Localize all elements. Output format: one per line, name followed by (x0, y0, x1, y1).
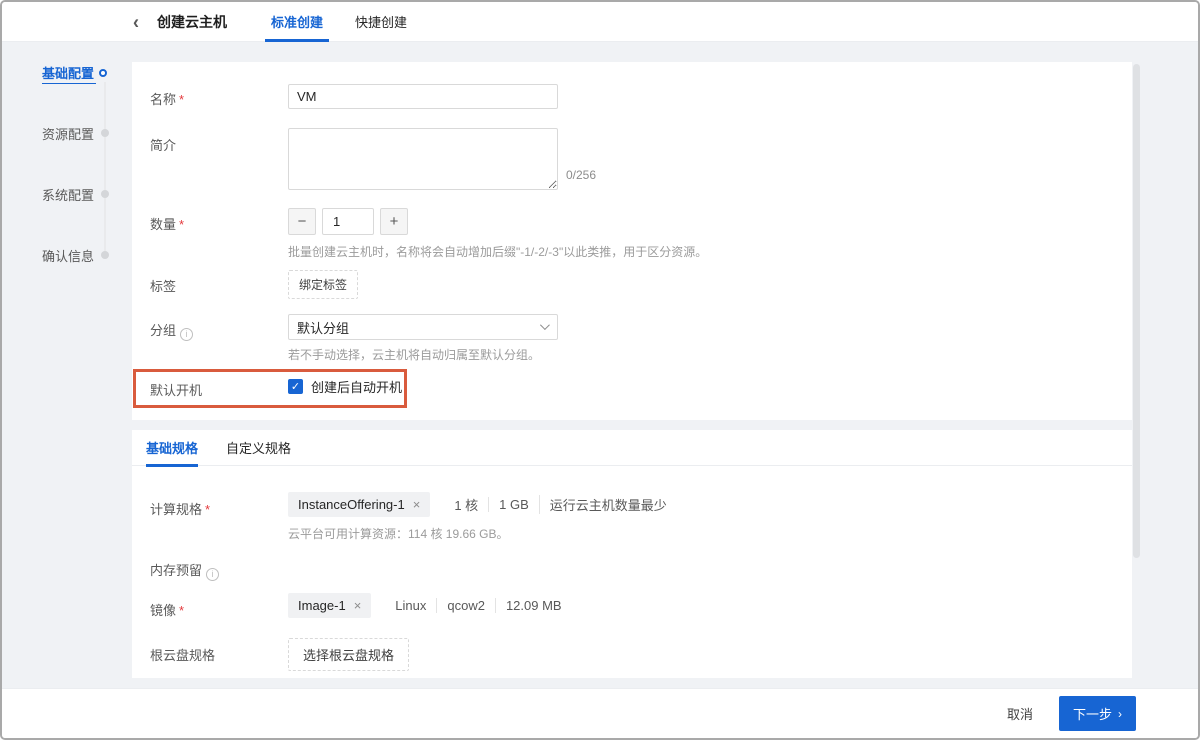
basic-config-card: 名称* 简介 0/256 数量* − + 批量创建云主机时，名称将会自动增加后缀… (132, 62, 1132, 420)
group-select[interactable]: 默认分组 (288, 314, 558, 340)
group-selected-value: 默认分组 (297, 318, 349, 337)
tab-label: 标准创建 (271, 12, 323, 31)
image-chip: Image-1 × (288, 593, 371, 618)
tab-label: 基础规格 (146, 438, 198, 457)
plus-button[interactable]: + (380, 208, 408, 235)
group-label: 分组i (150, 320, 280, 341)
quantity-help: 批量创建云主机时，名称将会自动增加后缀"-1/-2/-3"以此类推，用于区分资源… (288, 243, 707, 260)
memory-size: 1 GB (488, 497, 539, 512)
scrollbar[interactable] (1133, 64, 1140, 558)
compute-spec-label: 计算规格* (150, 499, 280, 518)
required-mark: * (205, 502, 210, 517)
step-dot (101, 129, 109, 137)
tab-quick-create[interactable]: 快捷创建 (355, 2, 407, 42)
memory-reserve-label: 内存预留i (150, 560, 280, 581)
auto-power-on-checkbox[interactable]: ✓ (288, 379, 303, 394)
create-vm-page: ‹ 创建云主机 标准创建 快捷创建 基础配置 资源配置 系统配置 确认信息 (0, 0, 1200, 740)
chevron-right-icon: › (1118, 707, 1122, 721)
tab-label: 快捷创建 (355, 12, 407, 31)
page-title: 创建云主机 (157, 12, 227, 32)
step-label: 确认信息 (42, 246, 96, 265)
cpu-count: 1 核 (444, 495, 488, 514)
chip-label: Image-1 (298, 598, 346, 613)
compute-spec-chip: InstanceOffering-1 × (288, 492, 430, 517)
name-input[interactable] (288, 84, 558, 109)
info-icon: i (180, 328, 193, 341)
name-label: 名称* (150, 89, 280, 108)
wizard-steps: 基础配置 资源配置 系统配置 确认信息 (42, 62, 126, 282)
step-label: 资源配置 (42, 124, 96, 143)
default-power-label: 默认开机 (150, 380, 280, 399)
step-label: 系统配置 (42, 185, 96, 204)
step-dot (101, 190, 109, 198)
description-textarea[interactable] (288, 128, 558, 190)
required-mark: * (179, 217, 184, 232)
info-icon: i (206, 568, 219, 581)
steps-rail (104, 82, 106, 256)
tab-basic-spec[interactable]: 基础规格 (146, 430, 198, 466)
cancel-button[interactable]: 取消 (1007, 704, 1033, 723)
step-dot (101, 251, 109, 259)
quantity-label: 数量* (150, 214, 280, 233)
image-label: 镜像* (150, 600, 280, 619)
quantity-input[interactable] (322, 208, 374, 235)
footer-bar: 取消 下一步 › (2, 688, 1198, 738)
compute-spec-meta: 1 核 1 GB 运行云主机数量最少 (444, 495, 676, 514)
minus-button[interactable]: − (288, 208, 316, 235)
next-step-label: 下一步 (1073, 704, 1112, 723)
image-meta: Linux qcow2 12.09 MB (385, 598, 571, 613)
spec-tabs: 基础规格 自定义规格 (132, 430, 1132, 466)
image-row: Image-1 × Linux qcow2 12.09 MB (288, 593, 572, 618)
step-confirm-info[interactable]: 确认信息 (42, 245, 126, 265)
close-icon[interactable]: × (354, 599, 362, 612)
root-disk-label: 根云盘规格 (150, 645, 280, 664)
required-mark: * (179, 92, 184, 107)
image-format: qcow2 (436, 598, 495, 613)
step-label: 基础配置 (42, 63, 96, 84)
group-help: 若不手动选择，云主机将自动归属至默认分组。 (288, 346, 540, 363)
chevron-down-icon (540, 320, 550, 330)
close-icon[interactable]: × (413, 498, 421, 511)
image-os: Linux (385, 598, 436, 613)
tab-standard-create[interactable]: 标准创建 (271, 2, 323, 42)
next-step-button[interactable]: 下一步 › (1059, 696, 1136, 731)
char-counter: 0/256 (566, 168, 596, 182)
auto-power-on-label: 创建后自动开机 (311, 377, 402, 396)
strategy: 运行云主机数量最少 (539, 495, 677, 514)
page-header: ‹ 创建云主机 标准创建 快捷创建 (2, 2, 1198, 42)
tab-custom-spec[interactable]: 自定义规格 (226, 430, 291, 466)
tag-label: 标签 (150, 276, 280, 295)
description-label: 简介 (150, 135, 280, 154)
back-icon[interactable]: ‹ (133, 12, 139, 32)
compute-resource-help: 云平台可用计算资源：114 核 19.66 GB。 (288, 525, 509, 542)
tab-label: 自定义规格 (226, 438, 291, 457)
compute-spec-row: InstanceOffering-1 × 1 核 1 GB 运行云主机数量最少 (288, 492, 677, 517)
quantity-stepper: − + (288, 208, 408, 235)
step-basic-config[interactable]: 基础配置 (42, 63, 126, 83)
bind-tag-button[interactable]: 绑定标签 (288, 270, 358, 299)
step-system-config[interactable]: 系统配置 (42, 184, 126, 204)
step-resource-config[interactable]: 资源配置 (42, 123, 126, 143)
spec-card: 基础规格 自定义规格 计算规格* InstanceOffering-1 × 1 … (132, 430, 1132, 678)
image-size: 12.09 MB (495, 598, 572, 613)
required-mark: * (179, 603, 184, 618)
select-root-disk-button[interactable]: 选择根云盘规格 (288, 638, 409, 671)
auto-power-on-row: ✓ 创建后自动开机 (288, 377, 402, 396)
step-dot-active (99, 69, 107, 77)
chip-label: InstanceOffering-1 (298, 497, 405, 512)
